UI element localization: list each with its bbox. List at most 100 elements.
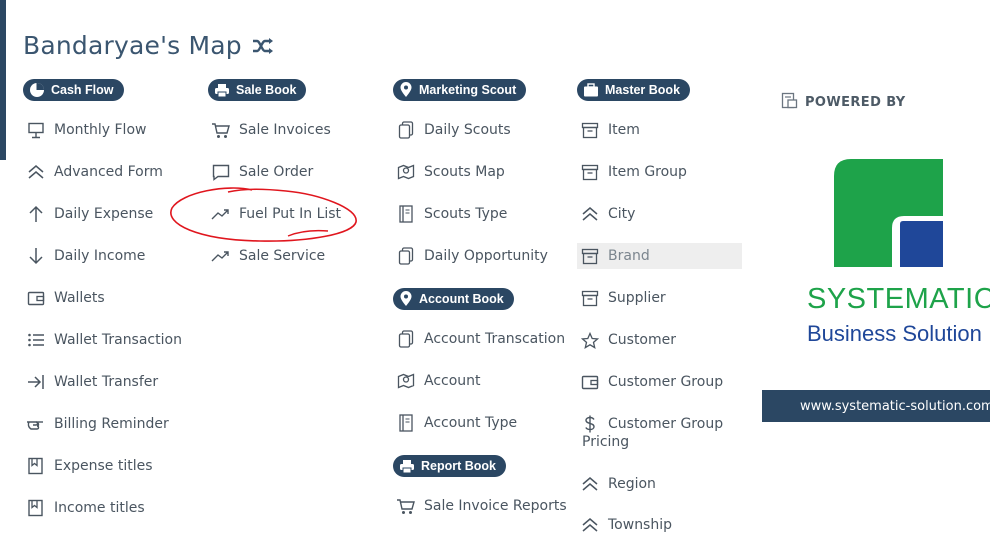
report-book-label: Report Book [421,459,496,473]
menu-item-scouts-map[interactable]: Scouts Map [396,163,505,181]
menu-item-customer-group-pricing[interactable]: Customer Group [580,415,723,433]
menu-item-label: Brand [608,248,650,264]
website-link-button[interactable]: www.systematic-solution.com [762,390,990,422]
menu-item-label: Wallet Transfer [54,374,159,390]
menu-item-daily-expense[interactable]: Daily Expense [26,205,153,223]
menu-item-item[interactable]: Item [580,121,640,139]
menu-item-account-type[interactable]: Account Type [396,414,517,432]
archive-icon [580,163,599,181]
menu-item-label: Billing Reminder [54,416,169,432]
document-icon [396,414,415,432]
menu-item-township[interactable]: Township [580,516,672,534]
menu-item-label: Scouts Type [424,206,508,222]
column-sale-book: Sale Book [208,79,307,103]
menu-item-label: Sale Invoices [239,122,331,138]
menu-item-scouts-type[interactable]: Scouts Type [396,205,507,223]
chat-icon [211,163,230,181]
report-book-header[interactable]: Report Book [393,455,506,477]
cart-icon [211,121,230,139]
menu-item-region[interactable]: Region [580,475,656,493]
company-name: SYSTEMATIC [807,283,990,315]
map-pin-icon [396,372,415,390]
menu-item-label: Account [424,373,481,389]
double-chevron-up-icon [26,163,45,181]
menu-item-wallets[interactable]: Wallets [26,289,105,307]
menu-item-label: Township [608,517,673,533]
map-marker-icon [400,291,412,306]
menu-item-label: Item [608,122,640,138]
master-book-header[interactable]: Master Book [577,79,691,101]
menu-item-income-titles[interactable]: Income titles [26,499,145,517]
cash-flow-label: Cash Flow [51,83,114,97]
menu-item-wallet-transaction[interactable]: Wallet Transaction [26,331,182,349]
menu-item-daily-opportunity[interactable]: Daily Opportunity [396,247,548,265]
archive-icon [580,121,599,139]
menu-item-label: Customer [608,332,677,348]
double-chevron-up-icon [580,516,599,534]
menu-item-label: Customer Group [608,416,724,432]
menu-item-label: Item Group [608,164,687,180]
company-tagline: Business Solution [807,321,982,346]
trend-up-icon [211,205,230,223]
menu-item-billing-reminder[interactable]: Billing Reminder [26,415,169,433]
map-pin-icon [396,163,415,181]
column-report-book: Report Book [393,455,506,479]
printer-icon [215,83,229,97]
shuffle-icon[interactable] [252,37,274,55]
menu-item-sale-invoices[interactable]: Sale Invoices [211,121,331,139]
pie-chart-icon [30,83,44,97]
menu-item-label: Wallets [54,290,105,306]
copy-icon [396,121,415,139]
menu-item-supplier[interactable]: Supplier [580,289,666,307]
menu-item-account-transcation[interactable]: Account Transcation [396,330,565,348]
archive-icon [580,247,599,265]
menu-item-label: Account Transcation [424,331,566,347]
menu-item-advanced-form[interactable]: Advanced Form [26,163,163,181]
powered-by-label: POWERED BY [805,95,906,110]
menu-item-customer-group[interactable]: Customer Group [580,373,723,391]
dollar-icon [580,415,599,433]
column-cash-flow: Cash Flow [23,79,124,103]
menu-item-label: Expense titles [54,458,153,474]
systematic-logo-icon [834,158,944,273]
hand-point-icon [26,415,45,433]
menu-item-customer[interactable]: Customer [580,331,676,349]
arrow-to-line-icon [26,373,45,391]
cart-icon [396,497,415,515]
menu-item-label: City [608,206,636,222]
menu-item-label: Customer Group [608,374,724,390]
archive-icon [580,289,599,307]
menu-item-label: Fuel Put In List [239,206,342,222]
sale-book-label: Sale Book [236,83,297,97]
menu-item-account[interactable]: Account [396,372,481,390]
menu-item-label: Region [608,476,656,492]
menu-item-brand[interactable]: Brand [577,243,742,269]
menu-item-fuel-put-in-list[interactable]: Fuel Put In List [211,205,341,223]
sale-book-header[interactable]: Sale Book [208,79,307,101]
arrow-down-icon [26,247,45,265]
bookmark-book-icon [26,457,45,475]
powered-by: POWERED BY [781,92,906,113]
account-book-header[interactable]: Account Book [393,288,514,310]
menu-item-expense-titles[interactable]: Expense titles [26,457,153,475]
menu-item-sale-invoice-reports[interactable]: Sale Invoice Reports [396,497,567,515]
marketing-scout-label: Marketing Scout [419,83,517,97]
list-icon [26,331,45,349]
menu-item-daily-income[interactable]: Daily Income [26,247,145,265]
cash-flow-header[interactable]: Cash Flow [23,79,124,101]
marketing-scout-header[interactable]: Marketing Scout [393,79,527,101]
menu-item-label: Account Type [424,415,518,431]
wallet-icon [26,289,45,307]
menu-item-monthly-flow[interactable]: Monthly Flow [26,121,146,139]
account-book-label: Account Book [419,292,504,306]
menu-item-daily-scouts[interactable]: Daily Scouts [396,121,511,139]
menu-item-label: Daily Opportunity [424,248,548,264]
master-book-label: Master Book [605,83,681,97]
menu-item-city[interactable]: City [580,205,635,223]
menu-item-sale-service[interactable]: Sale Service [211,247,325,265]
menu-item-sale-order[interactable]: Sale Order [211,163,313,181]
menu-item-item-group[interactable]: Item Group [580,163,687,181]
menu-item-wallet-transfer[interactable]: Wallet Transfer [26,373,158,391]
copy-icon [396,247,415,265]
menu-item-label: Scouts Map [424,164,505,180]
